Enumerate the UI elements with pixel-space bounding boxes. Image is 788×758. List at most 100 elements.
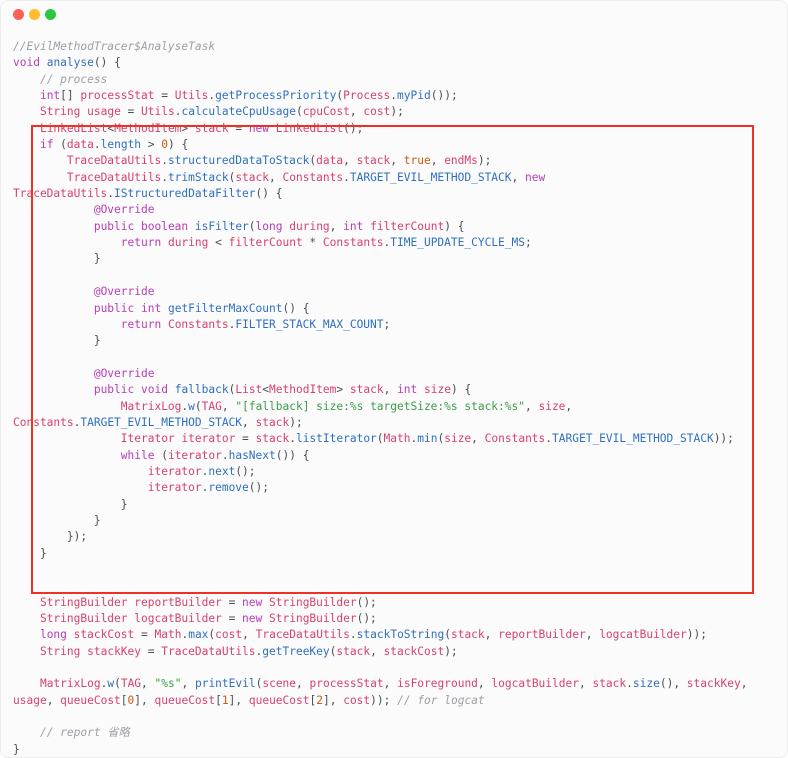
code-token: ) { [450, 383, 472, 397]
code-token: ( [53, 138, 67, 152]
code-token: Iterator [120, 432, 175, 446]
code-token: TARGET_EVIL_METHOD_STACK [80, 415, 243, 429]
code-token: void [141, 383, 168, 397]
code-token: , [578, 677, 593, 691]
code-line: }); [13, 529, 747, 545]
code-token: . [626, 677, 633, 691]
code-token: MethodItem [114, 121, 182, 135]
code-token: Constants [484, 432, 546, 446]
code-line: TraceDataUtils.IStructuredDataFilter() { [13, 186, 747, 202]
code-token: long [255, 219, 283, 233]
code-token: = [141, 644, 162, 658]
code-line: TraceDataUtils.trimStack(stack, Constant… [13, 170, 747, 186]
code-line: //EvilMethodTracer$AnalyseTask [13, 39, 747, 55]
code-token: new [242, 612, 263, 626]
code-token: endMs [444, 154, 478, 168]
code-token: stackToString [356, 628, 445, 642]
code-token: trimStack [167, 170, 229, 184]
code-token: String [39, 644, 81, 658]
code-line: int[] processStat = Utils.getProcessPrio… [13, 88, 747, 104]
close-icon[interactable] [13, 9, 24, 20]
code-token: stack [356, 154, 391, 168]
code-token: structuredDataToStack [167, 154, 310, 168]
code-token: 1 [221, 693, 229, 707]
code-token: true [403, 154, 431, 168]
code-token: StringBuilder [39, 595, 128, 609]
code-token: (); [235, 464, 256, 478]
code-token: logcatBuilder [134, 612, 222, 626]
code-token: = [221, 612, 243, 626]
code-token: TraceDataUtils [255, 628, 350, 642]
code-token: Constants [13, 415, 74, 429]
code-token: . [161, 170, 168, 184]
code-line: public int getFilterMaxCount() { [13, 301, 747, 317]
code-token: ); [390, 105, 404, 119]
code-token: * [302, 236, 323, 250]
code-token: scene [262, 677, 297, 691]
code-token: analyse [46, 56, 94, 70]
code-line: if (data.length > 0) { [13, 137, 747, 153]
code-token: processStat [309, 677, 384, 691]
code-token: calculateCpuUsage [181, 105, 296, 119]
code-token: iterator [147, 464, 202, 478]
code-token: new [525, 170, 546, 184]
code-token: Math [383, 432, 411, 446]
code-line: } [13, 497, 747, 513]
code-line: return Constants.FILTER_STACK_MAX_COUNT; [13, 317, 747, 333]
code-token: }); [13, 530, 88, 544]
code-token: myPid [397, 89, 431, 103]
code-token: , [349, 105, 364, 119]
code-token: reportBuilder [498, 628, 586, 642]
code-line: } [13, 251, 747, 267]
code-token: stack [194, 121, 229, 135]
minimize-icon[interactable] [29, 9, 40, 20]
code-token: during [289, 219, 330, 233]
code-line: void analyse() { [13, 55, 747, 71]
code-token: ( [194, 399, 202, 413]
code-block: //EvilMethodTracer$AnalyseTask void analy… [13, 39, 747, 757]
code-token: , [296, 677, 310, 691]
code-token: , [221, 399, 236, 413]
code-token: listIterator [295, 432, 377, 446]
code-token: , [46, 693, 61, 707]
code-line: MatrixLog.w(TAG, "%s", printEvil(scene, … [13, 676, 747, 692]
code-token: TraceDataUtils [66, 170, 162, 184]
code-token: // for logcat [397, 693, 485, 707]
code-token: ; [525, 236, 532, 250]
code-token: ( [154, 448, 168, 462]
code-token: w [188, 399, 195, 413]
code-token: , [370, 644, 384, 658]
maximize-icon[interactable] [45, 9, 56, 20]
code-token: size [538, 399, 566, 413]
code-line: } [13, 742, 747, 757]
code-token: (), [659, 677, 687, 691]
code-token: public [93, 219, 135, 233]
code-token: StringBuilder [269, 595, 357, 609]
code-line: String usage = Utils.calculateCpuUsage(c… [13, 104, 747, 120]
code-token: cost [343, 693, 371, 707]
code-token: , [740, 677, 748, 691]
code-token: new [248, 121, 270, 135]
code-token: Constants [322, 236, 384, 250]
code-token: ( [295, 105, 303, 119]
code-token: printEvil [194, 677, 256, 691]
code-token: getFilterMaxCount [167, 301, 283, 315]
code-token: } [13, 513, 101, 527]
code-token: TIME_UPDATE_CYCLE_MS [390, 236, 525, 250]
code-token: ( [114, 677, 121, 691]
code-token: stack [450, 628, 485, 642]
code-token: cost [363, 105, 391, 119]
code-token: . [161, 154, 168, 168]
code-token: stack [592, 677, 627, 691]
